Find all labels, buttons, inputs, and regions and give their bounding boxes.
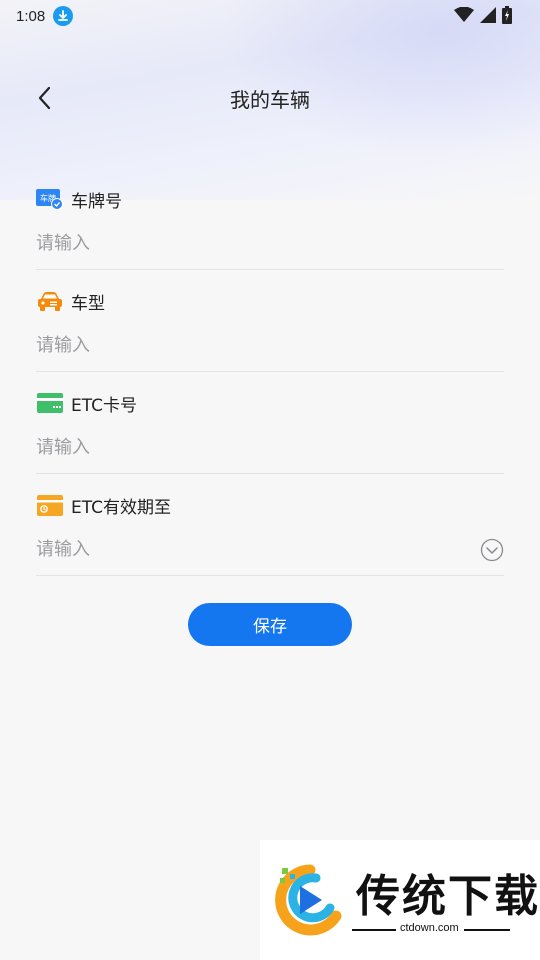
vehicle-form: 车牌 车牌号 请输入 车型 请输入 ETC卡号 请输入 ETC有效期至 请输入 bbox=[36, 168, 504, 576]
status-bar: 1:08 bbox=[0, 0, 540, 32]
watermark-line-left bbox=[352, 929, 396, 931]
etc-expiry-icon bbox=[36, 491, 64, 519]
license-plate-icon: 车牌 bbox=[36, 185, 64, 213]
status-time: 1:08 bbox=[16, 7, 46, 25]
save-button[interactable]: 保存 bbox=[188, 603, 352, 646]
watermark-domain: ctdown.com bbox=[400, 922, 459, 934]
nav-bar: 我的车辆 bbox=[0, 70, 540, 126]
field-license-plate: 车牌 车牌号 bbox=[36, 168, 504, 270]
etc-expiry-input[interactable] bbox=[36, 534, 476, 564]
car-icon bbox=[36, 287, 64, 315]
watermark: 传统下载 ctdown.com bbox=[260, 840, 540, 960]
chevron-down-circle-icon[interactable] bbox=[480, 538, 504, 562]
watermark-name: 传统下载 bbox=[356, 871, 540, 922]
field-label-etc-expiry: ETC有效期至 bbox=[71, 497, 171, 518]
wifi-icon bbox=[454, 6, 474, 27]
signal-icon bbox=[480, 7, 496, 27]
car-model-input[interactable] bbox=[36, 330, 476, 360]
field-etc-card: ETC卡号 bbox=[36, 372, 504, 474]
license-plate-input[interactable] bbox=[36, 228, 476, 258]
field-label-car-model: 车型 bbox=[71, 293, 105, 314]
field-etc-expiry: ETC有效期至 bbox=[36, 474, 504, 576]
page-title: 我的车辆 bbox=[230, 88, 310, 112]
etc-card-icon bbox=[36, 389, 64, 417]
watermark-logo-icon bbox=[275, 864, 342, 936]
field-label-license-plate: 车牌号 bbox=[71, 191, 122, 212]
watermark-line-right bbox=[464, 929, 510, 931]
download-notification-icon bbox=[53, 6, 74, 26]
field-label-etc-card: ETC卡号 bbox=[71, 395, 137, 416]
field-car-model: 车型 bbox=[36, 270, 504, 372]
battery-icon bbox=[502, 6, 512, 28]
etc-card-input[interactable] bbox=[36, 432, 476, 462]
